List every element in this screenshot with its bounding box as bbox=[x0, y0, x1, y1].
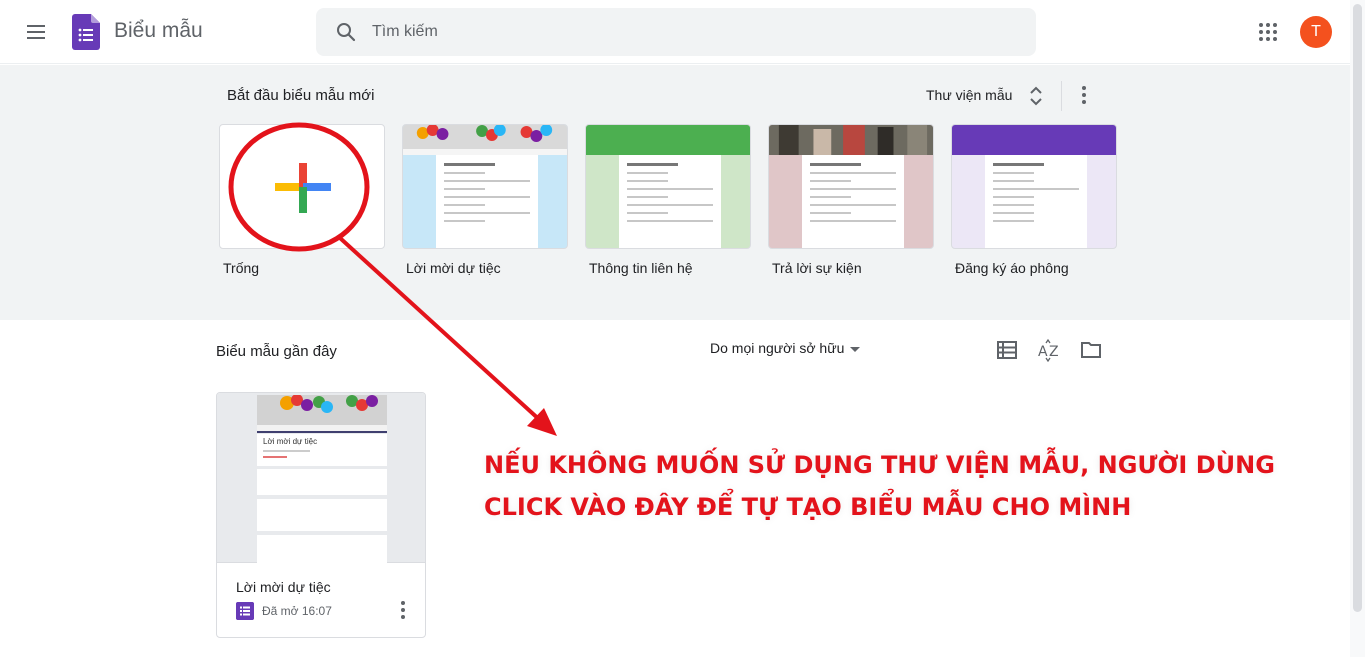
annotation-line-1: NẾU KHÔNG MUỐN SỬ DỤNG THƯ VIỆN MẪU, NGƯ… bbox=[484, 451, 1275, 479]
owner-filter-dropdown[interactable]: Do mọi người sở hữu bbox=[710, 340, 861, 356]
form-preview bbox=[985, 155, 1087, 248]
recent-form-card[interactable]: Lời mời dự tiệc Lời mời dự tiệc Đã mở 16… bbox=[216, 392, 426, 638]
search-bar[interactable] bbox=[316, 8, 1036, 56]
form-thumbnail: Lời mời dự tiệc bbox=[217, 393, 425, 563]
green-header bbox=[586, 125, 750, 155]
balloons-image bbox=[403, 125, 567, 155]
annotation-arrowhead bbox=[527, 408, 557, 436]
app-title[interactable]: Biểu mẫu bbox=[114, 19, 203, 43]
template-label: Trả lời sự kiện bbox=[772, 260, 862, 276]
template-label: Lời mời dự tiệc bbox=[406, 260, 501, 276]
form-preview bbox=[436, 155, 538, 248]
template-gallery: Bắt đầu biểu mẫu mới Thư viện mẫu Trống bbox=[0, 65, 1350, 320]
form-preview-question bbox=[257, 469, 387, 495]
form-preview bbox=[619, 155, 721, 248]
more-vert-icon[interactable] bbox=[1074, 83, 1094, 107]
forms-logo-icon[interactable] bbox=[72, 14, 100, 50]
form-preview bbox=[802, 155, 904, 248]
template-event-rsvp[interactable]: Trả lời sự kiện bbox=[768, 124, 934, 276]
annotation-line-2: CLICK VÀO ĐÂY ĐỂ TỰ TẠO BIỂU MẪU CHO MÌN… bbox=[484, 493, 1132, 521]
plus-icon bbox=[275, 163, 331, 213]
search-input[interactable] bbox=[372, 8, 1012, 56]
list-view-icon[interactable] bbox=[995, 338, 1019, 362]
template-tshirt-signup[interactable]: Đăng ký áo phông bbox=[951, 124, 1117, 276]
annotation-text: NẾU KHÔNG MUỐN SỬ DỤNG THƯ VIỆN MẪU, NGƯ… bbox=[484, 444, 1275, 528]
svg-text:A: A bbox=[1038, 344, 1048, 360]
folder-icon[interactable] bbox=[1079, 338, 1103, 362]
purple-header bbox=[952, 125, 1116, 155]
template-thumbnail[interactable] bbox=[951, 124, 1117, 249]
template-thumbnail[interactable] bbox=[768, 124, 934, 249]
template-contact-info[interactable]: Thông tin liên hệ bbox=[585, 124, 751, 276]
gallery-title: Bắt đầu biểu mẫu mới bbox=[227, 87, 375, 104]
hamburger-icon[interactable] bbox=[24, 20, 48, 44]
template-thumbnail[interactable] bbox=[585, 124, 751, 249]
svg-text:Z: Z bbox=[1049, 344, 1059, 360]
balloons-image bbox=[257, 395, 387, 433]
event-photo-image bbox=[769, 125, 933, 155]
scrollbar-thumb[interactable] bbox=[1353, 4, 1362, 612]
last-opened: Đã mở 16:07 bbox=[262, 604, 332, 618]
caret-down-icon bbox=[850, 346, 861, 352]
template-blank[interactable]: Trống bbox=[219, 124, 385, 276]
form-preview-question bbox=[257, 499, 387, 531]
owner-filter-label: Do mọi người sở hữu bbox=[710, 340, 845, 356]
template-party-invite[interactable]: Lời mời dự tiệc bbox=[402, 124, 568, 276]
form-preview-title: Lời mời dự tiệc bbox=[263, 437, 318, 446]
forms-file-icon bbox=[236, 602, 254, 620]
search-icon[interactable] bbox=[334, 20, 358, 44]
divider bbox=[1061, 81, 1062, 111]
forms-home-page: Biểu mẫu T Bắt đầu biểu mẫu mới Thư viện… bbox=[0, 0, 1365, 657]
template-thumbnail[interactable] bbox=[402, 124, 568, 249]
form-name: Lời mời dự tiệc bbox=[236, 579, 331, 595]
template-thumbnail[interactable] bbox=[219, 124, 385, 249]
sort-az-icon[interactable]: A Z bbox=[1037, 338, 1061, 362]
template-label: Thông tin liên hệ bbox=[589, 260, 693, 276]
more-vert-icon[interactable] bbox=[395, 599, 411, 621]
account-avatar[interactable]: T bbox=[1300, 16, 1332, 48]
unfold-icon[interactable] bbox=[1028, 85, 1044, 107]
template-label: Đăng ký áo phông bbox=[955, 260, 1069, 276]
template-label: Trống bbox=[223, 260, 260, 276]
top-app-bar: Biểu mẫu T bbox=[0, 0, 1350, 64]
recent-forms-title: Biểu mẫu gần đây bbox=[216, 343, 337, 360]
form-preview-header: Lời mời dự tiệc bbox=[257, 434, 387, 466]
vertical-scrollbar[interactable] bbox=[1350, 0, 1365, 657]
apps-grid-icon[interactable] bbox=[1256, 20, 1280, 44]
form-preview-question bbox=[257, 535, 387, 563]
template-library-button[interactable]: Thư viện mẫu bbox=[926, 87, 1012, 103]
